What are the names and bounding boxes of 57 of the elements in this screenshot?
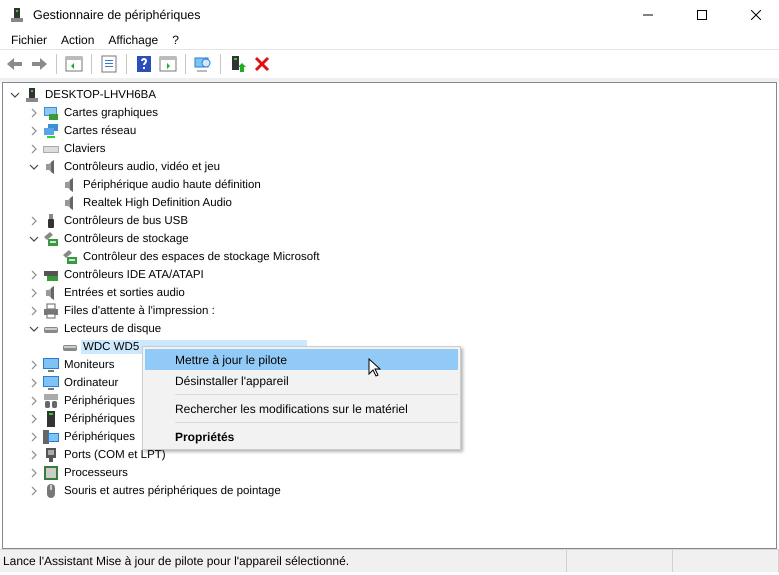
back-arrow-icon xyxy=(6,55,24,73)
delete-icon xyxy=(253,55,271,73)
port-icon xyxy=(43,447,59,463)
menu-item[interactable]: Mettre à jour le pilote xyxy=(145,349,458,370)
tree-item[interactable]: Périphérique audio haute définition xyxy=(81,178,263,192)
monitor-icon xyxy=(43,357,59,373)
window-title: Gestionnaire de périphériques xyxy=(33,8,202,22)
tree-item[interactable]: Périphériques xyxy=(62,412,137,426)
menu-item[interactable]: Affichage xyxy=(101,30,166,49)
tree-item[interactable]: Contrôleurs IDE ATA/ATAPI xyxy=(62,268,206,282)
forward-arrow-icon xyxy=(30,55,48,73)
tree-item[interactable]: Cartes réseau xyxy=(62,124,138,138)
menu-item[interactable]: ? xyxy=(165,30,186,49)
tree-item[interactable]: Realtek High Definition Audio xyxy=(81,196,234,210)
mouse-cursor-icon xyxy=(368,358,381,377)
tree-item[interactable]: Contrôleurs de bus USB xyxy=(62,214,190,228)
menu-item[interactable]: Action xyxy=(54,30,102,49)
display-adapter-icon xyxy=(43,105,59,121)
tree-item[interactable]: Lecteurs de disque xyxy=(62,322,164,336)
storage-controller-icon xyxy=(62,249,78,265)
menu-item[interactable]: Désinstaller l'appareil xyxy=(145,370,458,391)
tree-item[interactable]: Contrôleurs de stockage xyxy=(62,232,191,246)
menu-item[interactable]: Propriétés xyxy=(145,426,458,447)
tree-item[interactable]: Ordinateur xyxy=(62,376,120,390)
menu-item[interactable]: Fichier xyxy=(4,30,54,49)
tree-item[interactable]: Souris et autres périphériques de pointage xyxy=(62,484,283,498)
maximize-icon xyxy=(697,10,707,20)
update-driver-icon xyxy=(229,55,247,73)
tree-item[interactable]: Périphériques xyxy=(62,430,137,444)
tree-item[interactable]: Moniteurs xyxy=(62,358,116,372)
processor-icon xyxy=(43,465,59,481)
input-devices-icon xyxy=(43,393,59,409)
system-devices-icon xyxy=(43,429,59,445)
monitor-search-icon xyxy=(194,55,212,73)
monitor-icon xyxy=(43,375,59,391)
tree-item[interactable]: Cartes graphiques xyxy=(62,106,160,120)
panel-icon xyxy=(159,55,177,73)
panel-icon xyxy=(65,55,83,73)
tree-item[interactable]: Périphériques xyxy=(62,394,137,408)
tree-item[interactable]: Claviers xyxy=(62,142,108,156)
printer-icon xyxy=(43,303,59,319)
tree-item[interactable]: Ports (COM et LPT) xyxy=(62,448,168,462)
computer-icon xyxy=(24,87,40,103)
properties-icon xyxy=(100,55,118,73)
storage-controller-icon xyxy=(43,231,59,247)
tree-item[interactable]: DESKTOP-LHVH6BA xyxy=(43,88,158,102)
tree-item[interactable]: Processeurs xyxy=(62,466,130,480)
tree-item[interactable]: Contrôleurs audio, vidéo et jeu xyxy=(62,160,222,174)
close-icon xyxy=(751,10,761,20)
tree-item[interactable]: Contrôleur des espaces de stockage Microsoft xyxy=(81,250,322,264)
menu-item[interactable]: Rechercher les modifications sur le matériel xyxy=(145,398,458,419)
tree-item[interactable]: Entrées et sorties audio xyxy=(62,286,187,300)
network-icon xyxy=(43,123,59,139)
computer-icon xyxy=(9,7,25,23)
status-text: Lance l'Assistant Mise à jour de pilote pour l'appareil sélectionné. xyxy=(0,550,567,572)
tree-item[interactable]: Files d'attente à l'impression : xyxy=(62,304,217,318)
help-icon xyxy=(135,55,153,73)
